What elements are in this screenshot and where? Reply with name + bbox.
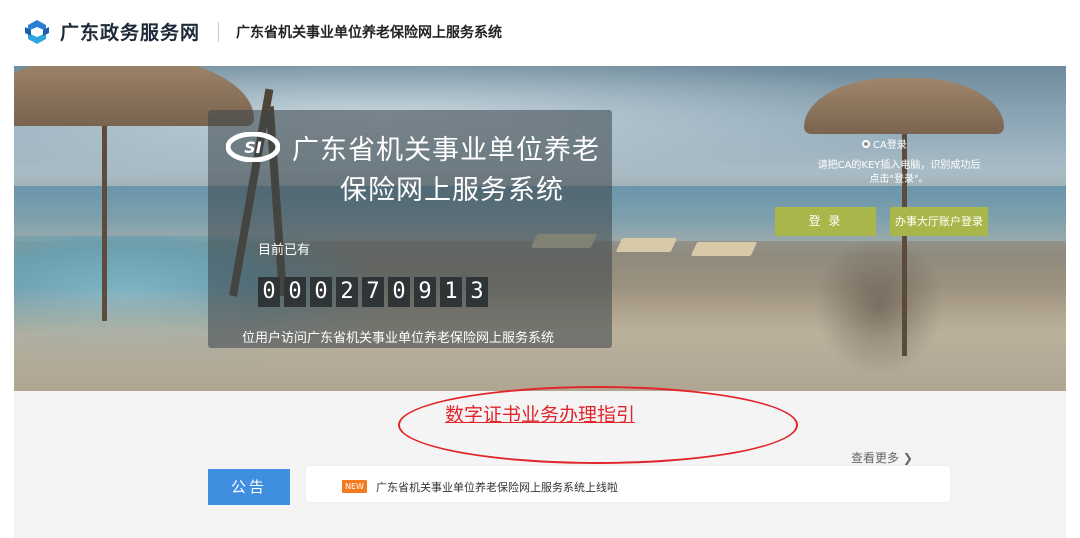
site-header: 广东政务服务网 广东省机关事业单位养老保险网上服务系统 [0, 0, 1080, 66]
announcement-item[interactable]: 广东省机关事业单位养老保险网上服务系统上线啦 [376, 479, 618, 495]
counter-digit: 0 [388, 277, 410, 307]
announcement-list: NEW 广东省机关事业单位养老保险网上服务系统上线啦 [305, 465, 951, 503]
new-badge: NEW [342, 480, 367, 493]
banner-title-line2: 保险网上服务系统 [340, 175, 564, 206]
banner-title-line1: 广东省机关事业单位养老 [292, 135, 600, 166]
ca-login-radio[interactable] [862, 139, 870, 148]
ca-hint-line: 请把CA的KEY插入电脑，识别成功后 [817, 160, 981, 171]
counter-digit: 7 [362, 277, 384, 307]
chevron-right-icon: ❯ [902, 451, 913, 465]
hero-banner: SI 广东省机关事业单位养老 保险网上服务系统 目前已有 0 0 0 2 7 0… [14, 66, 1066, 391]
site-logo-text[interactable]: 广东政务服务网 [60, 18, 200, 45]
counter-digit: 0 [284, 277, 306, 307]
visitor-counter-panel: SI 广东省机关事业单位养老 保险网上服务系统 目前已有 0 0 0 2 7 0… [208, 110, 612, 348]
social-insurance-logo-icon: SI [226, 132, 280, 162]
view-more-link[interactable]: 查看更多 ❯ [851, 449, 913, 466]
counter-digit: 2 [336, 277, 358, 307]
ca-login-option[interactable]: CA登录 [862, 136, 907, 151]
ca-login-hint: 请把CA的KEY插入电脑，识别成功后 点击"登录"。 [789, 159, 1009, 187]
people-silhouette [814, 236, 944, 376]
hall-account-login-button[interactable]: 办事大厅账户登录 [890, 207, 988, 236]
ca-login-label[interactable]: CA登录 [873, 136, 907, 151]
counter-digit: 3 [466, 277, 488, 307]
ca-hint-line: 点击"登录"。 [869, 174, 929, 185]
svg-text:SI: SI [244, 138, 262, 157]
counter-prefix: 目前已有 [258, 243, 311, 258]
login-button[interactable]: 登 录 [775, 207, 876, 236]
system-title: 广东省机关事业单位养老保险网上服务系统 [236, 25, 502, 41]
lounge-chair [615, 238, 678, 252]
counter-suffix: 位用户访问广东省机关事业单位养老保险网上服务系统 [242, 331, 555, 346]
digital-certificate-guide-link[interactable]: 数字证书业务办理指引 [0, 400, 1080, 427]
counter-digit: 1 [440, 277, 462, 307]
gdgov-logo-icon[interactable] [24, 19, 50, 45]
visitor-counter: 0 0 0 2 7 0 9 1 3 [258, 277, 488, 307]
counter-digit: 0 [310, 277, 332, 307]
counter-digit: 9 [414, 277, 436, 307]
view-more-label: 查看更多 [851, 451, 900, 465]
tab-announcement[interactable]: 公告 [208, 469, 290, 505]
umbrella-pole-left [102, 121, 107, 321]
counter-digit: 0 [258, 277, 280, 307]
header-divider [218, 22, 219, 42]
lounge-chair [690, 242, 758, 256]
